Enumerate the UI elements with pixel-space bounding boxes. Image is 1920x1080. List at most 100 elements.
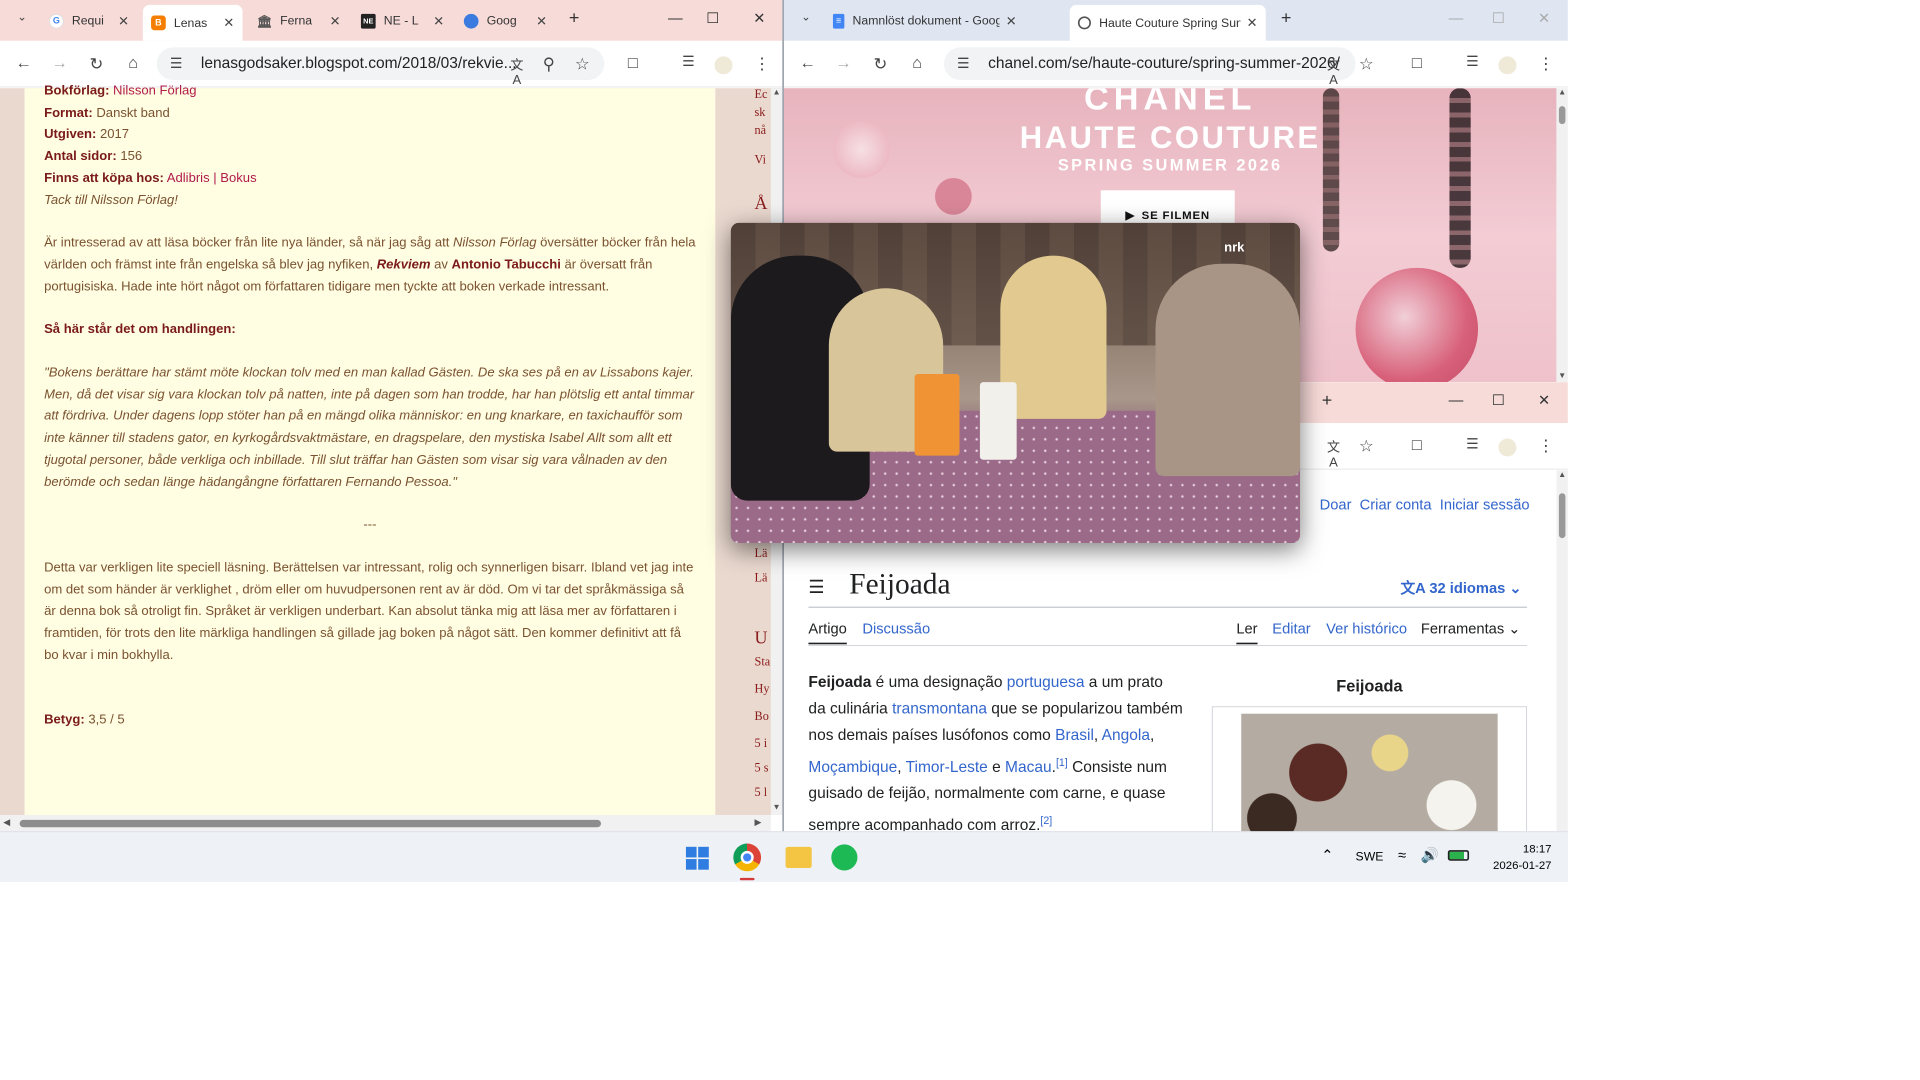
profile-avatar[interactable] <box>714 56 733 75</box>
translate-icon[interactable]: 文A <box>1323 54 1344 88</box>
sidebar-fragment[interactable]: 5 s <box>755 762 769 776</box>
sidebar-fragment[interactable]: Bo <box>755 710 769 724</box>
scroll-right-arrow[interactable]: ▶ <box>755 817 762 827</box>
extensions-icon[interactable]: □ <box>1406 436 1427 455</box>
zoom-icon[interactable]: ⚲ <box>538 54 559 74</box>
battery-icon[interactable] <box>1447 850 1470 861</box>
close-window-icon[interactable]: ✕ <box>747 10 771 27</box>
minimize-icon[interactable]: — <box>1444 392 1468 409</box>
close-icon[interactable]: ✕ <box>536 13 547 29</box>
left-tab-3[interactable]: 🏛 Ferna ✕ <box>249 7 349 34</box>
site-info-icon[interactable]: ☰ <box>170 56 182 72</box>
new-tab-plus-icon[interactable]: + <box>562 7 586 28</box>
maximize-icon[interactable]: ☐ <box>701 10 725 27</box>
scroll-down-arrow[interactable]: ▼ <box>1558 372 1566 381</box>
left-tab-1[interactable]: G Requi ✕ <box>41 7 137 34</box>
reference-2[interactable]: [2] <box>1040 814 1052 826</box>
spotify-icon[interactable] <box>831 844 858 871</box>
extensions-icon[interactable]: □ <box>1406 54 1427 73</box>
wifi-icon[interactable]: ≈ <box>1398 847 1406 864</box>
tab-edit[interactable]: Editar <box>1272 621 1310 638</box>
link-mocambique[interactable]: Moçambique <box>808 758 897 775</box>
menu-dots-icon[interactable]: ⋮ <box>1535 54 1556 74</box>
extensions-icon[interactable]: □ <box>622 54 643 73</box>
wiki-scrollbar[interactable]: ▲ <box>1556 470 1568 832</box>
start-windows-icon[interactable] <box>685 846 709 870</box>
chanel-tab[interactable]: Haute Couture Spring Summer ✕ <box>1069 4 1266 41</box>
sidebar-fragment[interactable]: Vi <box>755 154 767 168</box>
close-window-icon[interactable]: ✕ <box>1532 10 1556 27</box>
close-icon[interactable]: ✕ <box>1247 15 1258 31</box>
chrome-taskbar-icon[interactable] <box>733 843 762 872</box>
left-tab-4[interactable]: NE NE - L ✕ <box>353 7 453 34</box>
picture-in-picture-video[interactable]: nrk <box>730 222 1301 544</box>
link-timor-leste[interactable]: Timor-Leste <box>906 758 988 775</box>
chanel-address-bar[interactable]: ☰ chanel.com/se/haute-couture/spring-sum… <box>943 47 1356 81</box>
back-arrow-icon[interactable]: ← <box>797 54 818 73</box>
link-macau[interactable]: Macau <box>1005 758 1052 775</box>
donate-link[interactable]: Doar <box>1320 496 1352 512</box>
sidebar-fragment[interactable]: Ec <box>755 88 768 102</box>
reload-icon[interactable]: ↻ <box>86 54 107 74</box>
tab-search-icon[interactable]: ⌄ <box>11 10 32 24</box>
media-control-icon[interactable]: ☰ <box>1462 54 1483 70</box>
sidebar-fragment[interactable]: sk <box>755 106 766 120</box>
tab-read[interactable]: Ler <box>1236 621 1258 645</box>
bokus-link[interactable]: Bokus <box>220 171 256 185</box>
scrollbar-thumb[interactable] <box>1558 106 1566 125</box>
home-icon[interactable]: ⌂ <box>122 54 143 73</box>
volume-icon[interactable]: 🔊 <box>1421 847 1439 864</box>
back-arrow-icon[interactable]: ← <box>13 54 34 73</box>
forward-arrow-icon[interactable]: → <box>49 54 70 73</box>
scroll-left-arrow[interactable]: ◀ <box>3 817 10 827</box>
tab-article[interactable]: Artigo <box>808 621 847 645</box>
profile-avatar[interactable] <box>1498 56 1517 75</box>
bookmark-star-icon[interactable]: ☆ <box>1356 436 1377 456</box>
language-button[interactable]: 文A 32 idiomas ⌄ <box>1400 577 1521 598</box>
bookmark-star-icon[interactable]: ☆ <box>572 54 593 74</box>
close-icon[interactable]: ✕ <box>1006 13 1017 29</box>
reload-icon[interactable]: ↻ <box>870 54 891 74</box>
tab-search-icon[interactable]: ⌄ <box>795 10 816 24</box>
menu-dots-icon[interactable]: ⋮ <box>1535 436 1556 456</box>
scrollbar-thumb[interactable] <box>1558 493 1566 539</box>
adlibris-link[interactable]: Adlibris <box>167 171 210 185</box>
login-link[interactable]: Iniciar sessão <box>1440 496 1530 512</box>
new-tab-plus-icon[interactable]: + <box>1315 390 1339 411</box>
sidebar-fragment[interactable]: Hy <box>755 683 770 697</box>
clock-date[interactable]: 2026-01-27 <box>1470 858 1551 871</box>
sidebar-fragment[interactable]: Lä <box>755 547 768 561</box>
minimize-icon[interactable]: — <box>663 10 687 27</box>
tab-discussion[interactable]: Discussão <box>862 621 930 638</box>
new-tab-plus-icon[interactable]: + <box>1274 7 1298 28</box>
sidebar-fragment[interactable]: nå <box>755 124 767 138</box>
left-tab-2[interactable]: B Lenas ✕ <box>142 4 243 41</box>
minimize-icon[interactable]: — <box>1444 10 1468 27</box>
clock-time[interactable]: 18:17 <box>1486 842 1552 855</box>
scrollbar-thumb[interactable] <box>19 819 602 828</box>
scroll-up-arrow[interactable]: ▲ <box>1556 470 1567 479</box>
profile-avatar[interactable] <box>1498 438 1517 457</box>
close-icon[interactable]: ✕ <box>223 15 234 31</box>
left-horizontal-scrollbar[interactable]: ◀ ▶ <box>0 814 771 832</box>
tab-tools[interactable]: Ferramentas ⌄ <box>1421 621 1521 638</box>
sidebar-fragment[interactable]: 5 l <box>755 786 768 800</box>
create-account-link[interactable]: Criar conta <box>1360 496 1432 512</box>
publisher-link[interactable]: Nilsson Förlag <box>113 84 197 98</box>
sidebar-fragment[interactable]: Å <box>755 193 768 214</box>
link-angola[interactable]: Angola <box>1102 727 1150 744</box>
sidebar-fragment[interactable]: Lä <box>755 572 768 586</box>
link-portuguesa[interactable]: portuguesa <box>1007 674 1085 691</box>
site-info-icon[interactable]: ☰ <box>957 56 969 72</box>
chanel-scrollbar[interactable]: ▲ ▼ <box>1556 88 1568 383</box>
tab-history[interactable]: Ver histórico <box>1326 621 1407 638</box>
maximize-icon[interactable]: ☐ <box>1486 392 1510 409</box>
scroll-up-arrow[interactable]: ▲ <box>1556 88 1567 97</box>
forward-arrow-icon[interactable]: → <box>833 54 854 73</box>
scroll-up-arrow[interactable]: ▲ <box>771 88 782 97</box>
close-icon[interactable]: ✕ <box>330 13 341 29</box>
link-brasil[interactable]: Brasil <box>1055 727 1094 744</box>
toc-icon[interactable]: ☰ <box>808 577 824 598</box>
docs-tab[interactable]: ≡ Namnlöst dokument - Google D ✕ <box>825 7 1025 34</box>
home-icon[interactable]: ⌂ <box>906 54 927 73</box>
